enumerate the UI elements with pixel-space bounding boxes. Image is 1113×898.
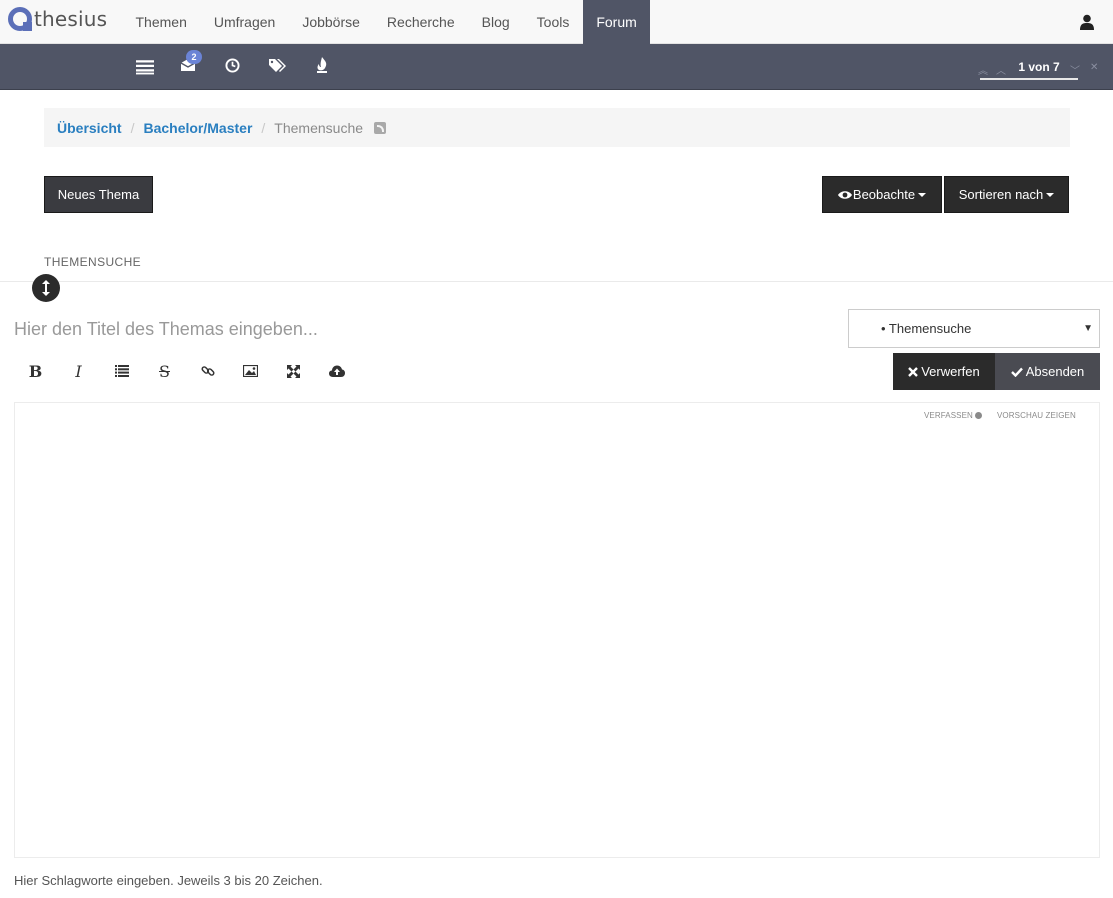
breadcrumb-current: Themensuche — [274, 119, 364, 136]
image-icon[interactable] — [229, 356, 272, 386]
brand-name: thesius — [34, 7, 108, 31]
link-icon[interactable] — [186, 356, 229, 386]
watch-label: Beobachte — [852, 187, 916, 202]
sort-button[interactable]: Sortieren nach — [944, 176, 1069, 213]
dropdown-arrow-icon: ▼ — [1083, 323, 1093, 334]
caret-down-icon — [918, 192, 927, 197]
sort-label: Sortieren nach — [958, 187, 1044, 202]
category-select[interactable]: • Themensuche ▼ — [848, 309, 1100, 348]
breadcrumb-bachelor-master[interactable]: Bachelor/Master — [143, 120, 252, 136]
forum-toolbar — [0, 44, 1113, 90]
nav-item-themen[interactable]: Themen — [122, 0, 200, 44]
brand-logo[interactable]: thesius — [8, 7, 107, 31]
nav-item-recherche[interactable]: Recherche — [373, 0, 468, 44]
breadcrumb-separator: / — [261, 119, 266, 136]
fullscreen-icon[interactable] — [272, 356, 315, 386]
nav-item-forum[interactable]: Forum — [582, 0, 651, 44]
preview-tab[interactable]: VORSCHAU ZEIGEN — [997, 411, 1076, 420]
editor-toolbar: B I S — [14, 356, 358, 386]
topic-pager[interactable]: ︽ ︿ 1 von 7 ﹀ ✕ — [978, 58, 1100, 82]
nav-item-blog[interactable]: Blog — [468, 0, 523, 44]
help-icon[interactable] — [975, 412, 983, 420]
breadcrumb-separator: / — [130, 119, 135, 136]
strikethrough-icon[interactable]: S — [143, 356, 186, 386]
pager-progress — [980, 78, 1078, 80]
submit-button[interactable]: Absenden — [995, 353, 1100, 390]
compose-tab[interactable]: VERFASSEN — [924, 411, 983, 420]
discard-label: Verwerfen — [921, 364, 980, 379]
user-icon[interactable] — [1079, 14, 1095, 30]
caret-down-icon — [1046, 192, 1055, 197]
rss-icon[interactable] — [374, 121, 387, 134]
eye-icon — [837, 190, 852, 199]
list-icon[interactable] — [100, 356, 143, 386]
breadcrumb-overview[interactable]: Übersicht — [57, 120, 122, 136]
pager-next-icon[interactable]: ﹀ — [1070, 62, 1080, 77]
main-nav: Themen Umfragen Jobbörse Recherche Blog … — [122, 0, 651, 44]
post-editor-textarea[interactable]: VERFASSEN VORSCHAU ZEIGEN — [14, 402, 1100, 858]
watch-button[interactable]: Beobachte — [822, 176, 942, 213]
nav-item-jobboerse[interactable]: Jobbörse — [289, 0, 374, 44]
discard-button[interactable]: Verwerfen — [893, 353, 995, 390]
tags-icon[interactable] — [269, 58, 286, 73]
bold-icon[interactable]: B — [14, 356, 57, 386]
resize-vertical-icon — [42, 280, 50, 296]
composer-resize-handle[interactable] — [32, 274, 60, 302]
fire-icon[interactable] — [316, 57, 328, 73]
compose-tab-label: VERFASSEN — [924, 411, 973, 420]
tags-input[interactable] — [14, 871, 814, 889]
breadcrumb: Übersicht / Bachelor/Master / Themensuch… — [44, 108, 1070, 147]
new-topic-button[interactable]: Neues Thema — [44, 176, 153, 213]
logo-mark-icon — [8, 7, 32, 31]
nav-item-umfragen[interactable]: Umfragen — [200, 0, 288, 44]
italic-icon[interactable]: I — [57, 356, 100, 386]
list-icon[interactable] — [136, 59, 154, 75]
topic-title-input[interactable] — [14, 314, 834, 344]
top-navbar: thesius Themen Umfragen Jobbörse Recherc… — [0, 0, 1113, 44]
category-selected-value: • Themensuche — [881, 321, 972, 336]
divider — [0, 281, 1113, 282]
clock-icon[interactable] — [225, 58, 240, 73]
inbox-count-badge: 2 — [186, 50, 202, 64]
section-title: THEMENSUCHE — [44, 255, 142, 269]
pager-close-icon[interactable]: ✕ — [1090, 62, 1098, 73]
nav-item-tools[interactable]: Tools — [523, 0, 583, 44]
pager-position: 1 von 7 — [1018, 60, 1060, 74]
new-topic-label: Neues Thema — [57, 187, 140, 202]
cloud-upload-icon[interactable] — [315, 356, 358, 386]
submit-label: Absenden — [1025, 364, 1085, 379]
close-icon — [908, 366, 919, 377]
check-icon — [1010, 367, 1023, 377]
